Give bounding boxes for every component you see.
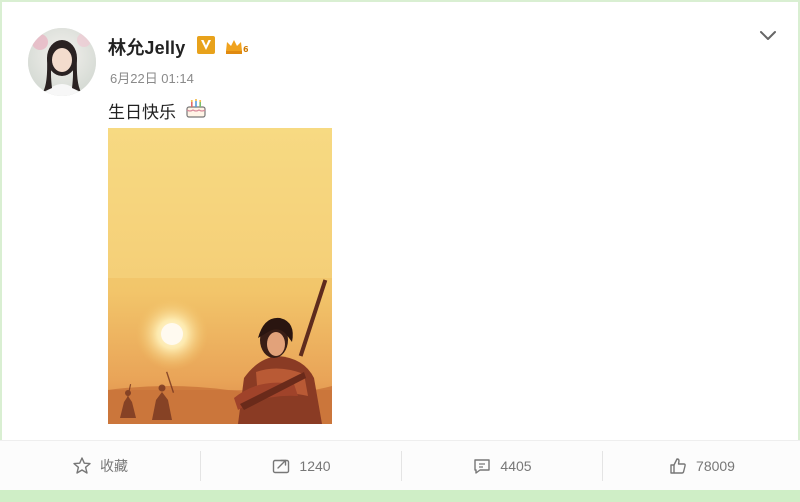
comment-icon	[474, 459, 491, 474]
chevron-down-icon[interactable]	[757, 24, 779, 46]
comment-button[interactable]: 4405	[402, 441, 602, 491]
avatar[interactable]	[28, 28, 96, 96]
repost-button[interactable]: 1240	[201, 441, 401, 491]
action-bar: 收藏 1240 4405 78009	[0, 440, 800, 491]
post-text: 生日快乐	[108, 103, 176, 122]
post-timestamp[interactable]: 6月22日 01:14	[110, 68, 194, 87]
repost-count: 1240	[299, 458, 331, 474]
verified-v-icon	[197, 36, 215, 54]
like-count: 78009	[696, 458, 735, 474]
bottom-strip	[0, 490, 800, 502]
vip-crown-icon[interactable]: 6	[224, 37, 248, 55]
birthday-cake-icon	[186, 99, 206, 118]
thumbs-up-icon	[670, 458, 686, 474]
svg-text:6: 6	[243, 45, 248, 54]
favorite-label: 收藏	[100, 458, 128, 474]
repost-icon	[273, 459, 290, 474]
favorite-button[interactable]: 收藏	[0, 441, 200, 491]
comment-count: 4405	[500, 458, 532, 474]
star-icon	[73, 457, 91, 474]
username[interactable]: 林允Jelly	[108, 34, 185, 60]
post-image[interactable]	[108, 128, 332, 424]
like-button[interactable]: 78009	[603, 441, 800, 491]
